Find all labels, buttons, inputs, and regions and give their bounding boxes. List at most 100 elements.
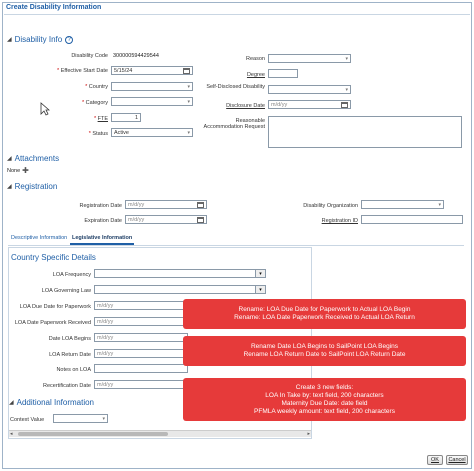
dropdown-arrow-icon[interactable]: ▾ <box>255 286 265 293</box>
reason-label: Reason <box>246 56 265 62</box>
context-value-select[interactable]: ▾ <box>53 414 108 423</box>
recertification-date-label: Recertification Date <box>43 383 91 389</box>
scroll-left-icon[interactable]: ◂ <box>10 431 13 437</box>
calendar-icon[interactable] <box>183 68 190 74</box>
add-icon[interactable]: ✚ <box>22 167 29 175</box>
recertification-date-field[interactable]: m/d/yy <box>94 380 188 389</box>
category-label: * Category <box>82 100 108 106</box>
chevron-down-icon: ▾ <box>187 84 190 90</box>
dropdown-arrow-icon[interactable]: ▾ <box>255 270 265 277</box>
loa-date-paperwork-received-field[interactable]: m/d/yy <box>94 317 188 326</box>
registration-date-field[interactable]: m/d/yy <box>125 200 207 209</box>
disability-organization-select[interactable]: ▾ <box>361 200 444 209</box>
disability-organization-label: Disability Organization <box>303 203 358 209</box>
loa-due-date-paperwork-label: LOA Due Date for Paperwork <box>19 304 91 310</box>
degree-field[interactable] <box>268 69 298 78</box>
country-specific-title: Country Specific Details <box>11 253 96 262</box>
collapse-triangle-icon[interactable]: ◢ <box>7 155 12 162</box>
additional-information-header[interactable]: ◢ Additional Information <box>9 398 94 407</box>
mouse-cursor-icon <box>40 102 50 116</box>
ok-button[interactable]: OK <box>427 455 443 465</box>
degree-label: Degree <box>246 72 265 78</box>
expiration-date-label: Expiration Date <box>84 218 122 224</box>
category-select[interactable]: ▾ <box>111 97 193 106</box>
registration-id-label: Registration ID <box>321 218 358 224</box>
registration-id-field[interactable] <box>361 215 463 224</box>
calendar-icon[interactable] <box>197 202 204 208</box>
collapse-triangle-icon[interactable]: ◢ <box>7 36 12 43</box>
loa-date-paperwork-received-label: LOA Date Paperwork Received <box>14 320 91 326</box>
registration-header[interactable]: ◢ Registration <box>7 182 57 191</box>
reason-select[interactable]: ▾ <box>268 54 351 63</box>
calendar-icon[interactable] <box>197 217 204 223</box>
loa-return-date-field[interactable]: m/d/yy <box>94 349 188 358</box>
chevron-down-icon: ▾ <box>438 202 441 208</box>
fte-field[interactable]: 1 <box>111 113 141 122</box>
annotation-3-line-2: LOA In Take by: text field, 200 characte… <box>265 391 384 399</box>
annotation-box-2: Rename Date LOA Begins to SailPoint LOA … <box>183 336 466 366</box>
loa-frequency-label: LOA Frequency <box>52 272 91 278</box>
horizontal-scrollbar[interactable]: ◂ ▸ <box>9 430 311 437</box>
context-value-label: Context Value <box>10 417 45 423</box>
attachments-none-label: None <box>7 168 21 174</box>
disability-info-header[interactable]: ◢ Disability Info ? <box>7 35 74 44</box>
annotation-3-line-3: Maternity Due Date: date field <box>281 399 368 407</box>
attachments-title: Attachments <box>14 154 60 163</box>
tab-legislative-information[interactable]: Legislative Information <box>72 235 132 241</box>
annotation-box-1: Rename: LOA Due Date for Paperwork to Ac… <box>183 299 466 329</box>
expiration-date-field[interactable]: m/d/yy <box>125 215 207 224</box>
title-divider <box>4 14 470 15</box>
annotation-3-line-4: PFMLA weekly amount: text field, 200 cha… <box>254 407 395 415</box>
help-icon[interactable]: ? <box>65 35 74 44</box>
scrollbar-thumb[interactable] <box>18 432 168 436</box>
reasonable-accommodation-label: Reasonable Accommodation Request <box>203 118 265 130</box>
annotation-1-line-2: Rename: LOA Date Paperwork Received to A… <box>234 314 415 321</box>
loa-frequency-select[interactable]: ▾ <box>94 269 266 278</box>
tab-divider <box>8 245 464 246</box>
scroll-right-icon[interactable]: ▸ <box>307 431 310 437</box>
loa-governing-law-select[interactable]: ▾ <box>94 285 266 294</box>
effective-start-date-label: * Effective Start Date <box>57 68 108 74</box>
status-label: * Status <box>88 131 108 137</box>
date-loa-begins-label: Date LOA Begins <box>48 336 91 342</box>
self-disclosed-label: Self-Disclosed Disability <box>206 84 265 90</box>
disability-info-title: Disability Info <box>14 35 63 44</box>
chevron-down-icon: ▾ <box>345 56 348 62</box>
cancel-button[interactable]: Cancel <box>446 455 468 465</box>
attachments-header[interactable]: ◢ Attachments <box>7 154 59 163</box>
additional-information-title: Additional Information <box>16 398 95 407</box>
effective-start-date-field[interactable]: 5/15/24 <box>111 66 193 75</box>
disability-code-label: Disability Code <box>71 53 108 59</box>
self-disclosed-select[interactable]: ▾ <box>268 85 351 94</box>
annotation-1-line-1: Rename: LOA Due Date for Paperwork to Ac… <box>238 306 411 313</box>
calendar-icon[interactable] <box>341 102 348 108</box>
status-select[interactable]: Active ▾ <box>111 128 193 137</box>
reasonable-accommodation-textarea[interactable] <box>268 116 462 148</box>
loa-due-date-paperwork-field[interactable]: m/d/yy <box>94 301 188 310</box>
annotation-2-line-1: Rename Date LOA Begins to SailPoint LOA … <box>250 343 399 350</box>
loa-return-date-label: LOA Return Date <box>49 352 91 358</box>
collapse-triangle-icon[interactable]: ◢ <box>7 183 12 190</box>
disclosure-date-field[interactable]: m/d/yy <box>268 100 351 109</box>
chevron-down-icon: ▾ <box>102 416 105 422</box>
loa-governing-law-label: LOA Governing Law <box>41 288 91 294</box>
dialog-title: Create Disability Information <box>6 4 102 11</box>
fte-label: * FTE <box>93 116 108 122</box>
country-select[interactable]: ▾ <box>111 82 193 91</box>
country-label: * Country <box>85 84 108 90</box>
date-loa-begins-field[interactable]: m/d/yy <box>94 333 188 342</box>
notes-on-loa-label: Notes on LOA <box>56 367 91 373</box>
disclosure-date-label: Disclosure Date <box>226 103 265 109</box>
tab-descriptive-information[interactable]: Descriptive Information <box>11 235 67 241</box>
collapse-triangle-icon[interactable]: ◢ <box>9 399 14 406</box>
annotation-box-3: Create 3 new fields: LOA In Take by: tex… <box>183 378 466 421</box>
disability-code-value: 300000594429544 <box>113 53 159 59</box>
annotation-3-line-1: Create 3 new fields: <box>295 383 354 391</box>
notes-on-loa-field[interactable] <box>94 364 188 373</box>
annotation-2-line-2: Rename LOA Return Date to SailPoint LOA … <box>243 351 406 358</box>
registration-date-label: Registration Date <box>79 203 123 209</box>
chevron-down-icon: ▾ <box>345 87 348 93</box>
chevron-down-icon: ▾ <box>187 130 190 136</box>
attachments-none: None ✚ <box>7 167 29 175</box>
chevron-down-icon: ▾ <box>187 99 190 105</box>
